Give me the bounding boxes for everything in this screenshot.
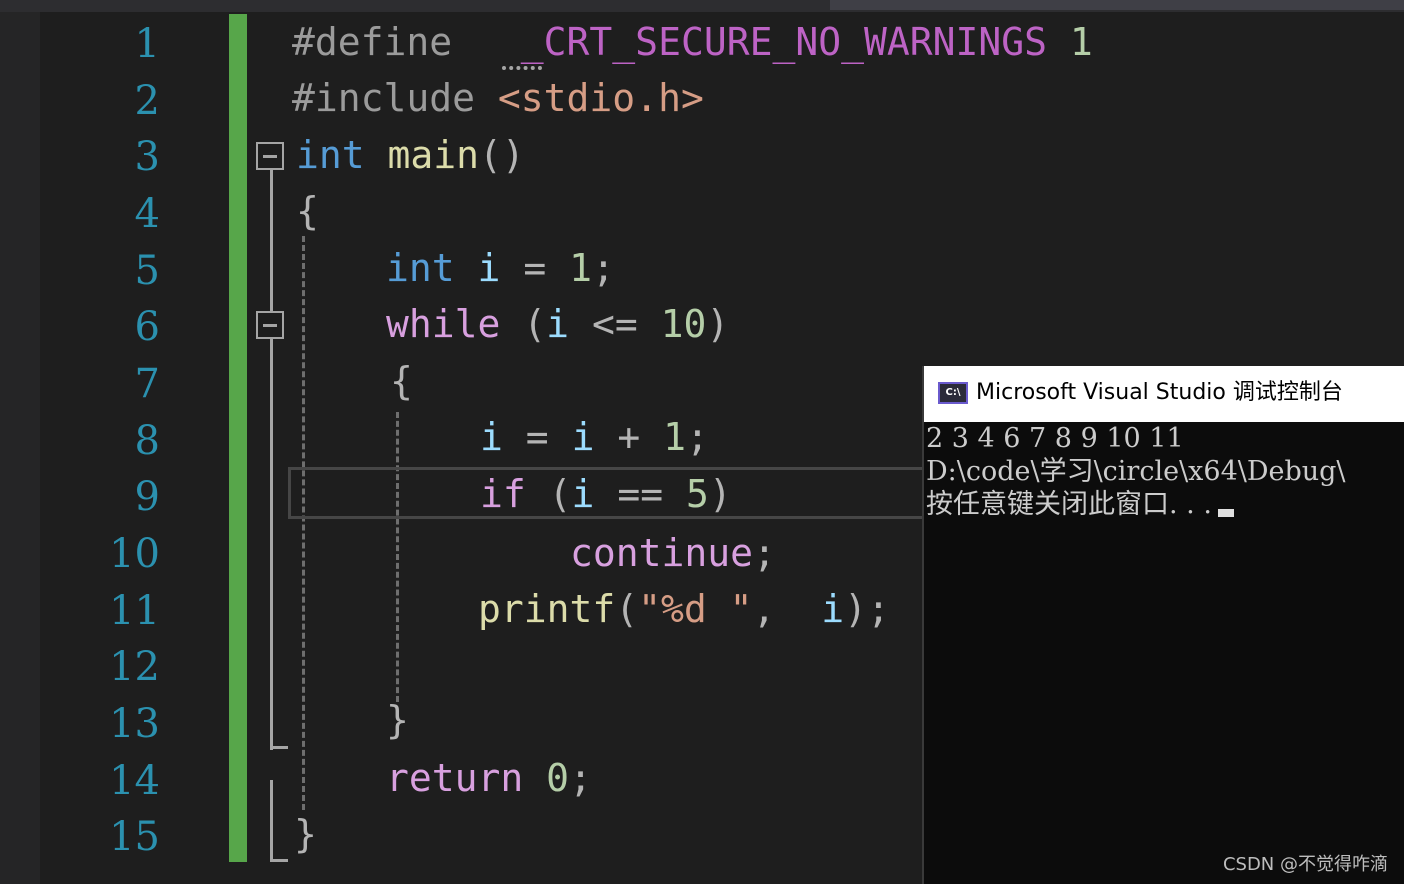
function-name: printf — [478, 587, 616, 631]
line-number: 14 — [109, 758, 160, 804]
code-line-4: { — [296, 183, 319, 239]
number-literal: 5 — [685, 472, 709, 516]
left-margin-strip — [0, 12, 40, 884]
punctuation: ) — [708, 472, 732, 516]
code-line-14: return 0; — [386, 750, 592, 806]
line-number: 15 — [109, 814, 160, 860]
line-number: 10 — [109, 531, 160, 577]
code-line-2: #include <stdio.h> — [292, 70, 704, 126]
number-literal: 1 — [569, 246, 592, 290]
code-line-6: while (i <= 10) — [386, 296, 729, 352]
console-output-line: 2 3 4 6 7 8 9 10 11 — [926, 423, 1184, 454]
line-number: 9 — [134, 474, 160, 520]
fold-end-tick — [270, 859, 288, 862]
line-number: 12 — [109, 644, 160, 690]
code-line-5: int i = 1; — [386, 240, 615, 296]
code-line-7: { — [390, 353, 413, 409]
fold-outline-main — [270, 170, 273, 750]
code-line-10: continue; — [570, 525, 776, 581]
fold-end-tick — [270, 746, 288, 749]
code-line-3: int main() — [296, 127, 525, 183]
code-line-9: if (i == 5) — [480, 466, 732, 522]
control-keyword: while — [386, 302, 501, 346]
variable: i — [477, 246, 501, 290]
operator: <= — [591, 302, 638, 346]
control-keyword: if — [480, 472, 526, 516]
line-number: 2 — [134, 78, 160, 124]
line-number: 5 — [134, 248, 160, 294]
code-line-8: i = i + 1; — [480, 409, 709, 465]
collapse-main-icon[interactable] — [256, 142, 284, 170]
variable: i — [571, 415, 595, 459]
number-literal: 10 — [660, 302, 707, 346]
operator: + — [617, 415, 641, 459]
punctuation: ) — [706, 302, 730, 346]
console-app-icon: C:\ — [938, 382, 968, 404]
line-number: 4 — [134, 191, 160, 237]
console-output-line: 按任意键关闭此窗口. . . — [926, 488, 1234, 522]
line-number: 7 — [134, 361, 160, 407]
number-literal: 0 — [546, 756, 570, 800]
variable: i — [571, 472, 595, 516]
number-literal: 1 — [663, 415, 687, 459]
preprocessor-directive: #define — [292, 20, 453, 64]
punctuation: ( — [523, 302, 547, 346]
line-number: 3 — [134, 134, 160, 180]
text-cursor-icon — [1217, 509, 1234, 517]
control-keyword: return — [386, 756, 524, 800]
console-title: Microsoft Visual Studio 调试控制台 — [976, 380, 1343, 405]
top-tab-bar — [0, 0, 1404, 12]
punctuation: ; — [753, 531, 776, 575]
include-header: <stdio.h> — [497, 76, 704, 120]
console-title-bar[interactable]: C:\ Microsoft Visual Studio 调试控制台 — [924, 366, 1404, 422]
operator: == — [617, 472, 664, 516]
punctuation: () — [479, 133, 525, 177]
fold-outline-tail — [270, 780, 273, 862]
watermark: CSDN @不觉得咋滴 — [1222, 854, 1388, 875]
macro-value: 1 — [1069, 20, 1093, 64]
function-name: main — [387, 133, 480, 177]
code-line-13: } — [386, 692, 409, 748]
indent-guide — [302, 236, 305, 810]
type-keyword: int — [296, 133, 365, 177]
punctuation: ( — [615, 587, 639, 631]
line-number: 11 — [109, 588, 160, 634]
debug-console-window[interactable]: C:\ Microsoft Visual Studio 调试控制台 2 3 4 … — [922, 366, 1404, 884]
punctuation: , — [752, 587, 776, 631]
code-line-15: } — [294, 806, 317, 862]
line-number: 1 — [134, 21, 160, 67]
punctuation: ; — [569, 756, 592, 800]
console-prompt-text: 按任意键关闭此窗口. . . — [926, 489, 1212, 520]
variable: i — [480, 415, 503, 459]
macro-name: _CRT_SECURE_NO_WARNINGS — [520, 20, 1047, 64]
string-literal: "%d " — [638, 587, 753, 631]
change-tracking-bar — [229, 14, 247, 862]
operator: = — [525, 415, 549, 459]
brace: { — [296, 189, 319, 233]
type-keyword: int — [386, 246, 455, 290]
punctuation: ); — [844, 587, 890, 631]
preprocessor-directive: #include — [292, 76, 476, 120]
brace: } — [386, 698, 409, 742]
control-keyword: continue — [570, 531, 754, 575]
intellisense-dots — [502, 60, 542, 70]
brace: { — [390, 359, 413, 403]
punctuation: ; — [686, 415, 709, 459]
line-number: 8 — [134, 418, 160, 464]
line-number: 6 — [134, 304, 160, 350]
variable: i — [546, 302, 570, 346]
code-line-11: printf("%d ", i); — [478, 581, 890, 637]
punctuation: ( — [548, 472, 572, 516]
brace: } — [294, 812, 317, 856]
code-line-1: #define _CRT_SECURE_NO_WARNINGS 1 — [292, 14, 1093, 70]
console-output-line: D:\code\学习\circle\x64\Debug\ — [926, 456, 1346, 487]
operator: = — [523, 246, 547, 290]
punctuation: ; — [591, 246, 615, 290]
variable: i — [821, 587, 845, 631]
document-tab-strip[interactable] — [830, 0, 1404, 10]
collapse-while-icon[interactable] — [256, 311, 284, 339]
indent-guide — [396, 412, 399, 702]
line-number: 13 — [109, 701, 160, 747]
